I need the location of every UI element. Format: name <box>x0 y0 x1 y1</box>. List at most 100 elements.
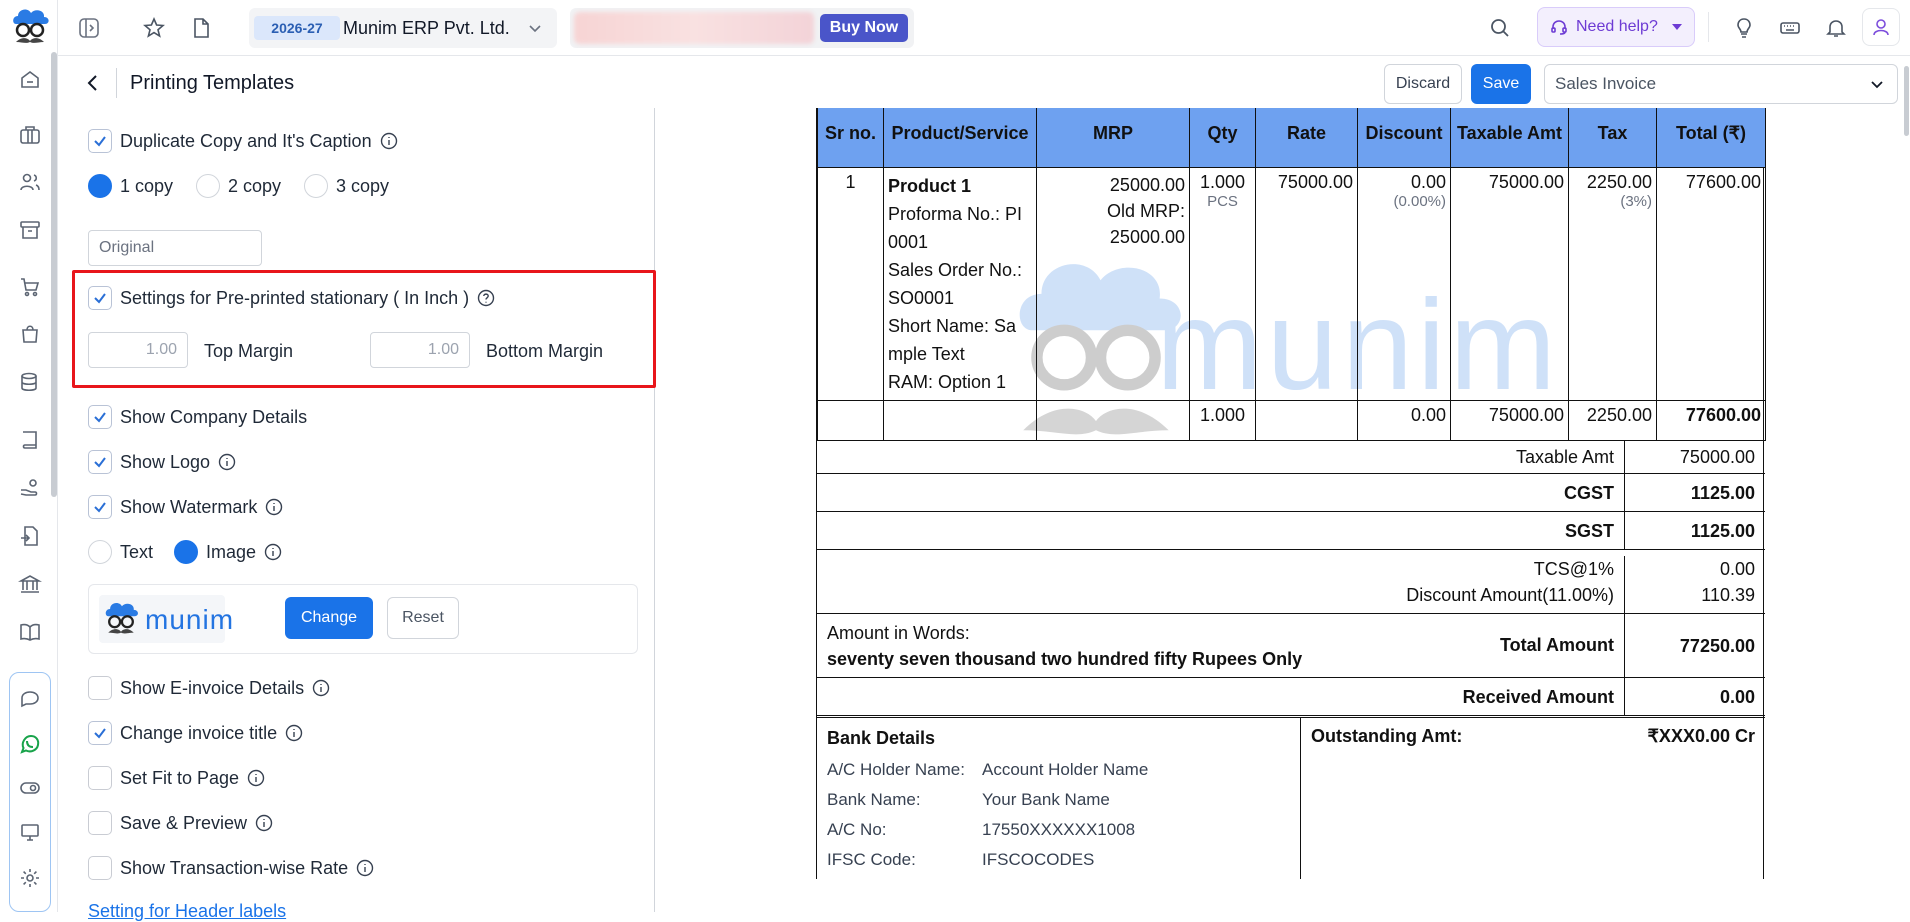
change-title-option[interactable]: Change invoice title <box>88 719 303 747</box>
cart-icon[interactable] <box>18 275 42 299</box>
caret-down-icon <box>1672 24 1682 32</box>
save-button[interactable]: Save <box>1471 64 1531 104</box>
watermark-text-radio[interactable] <box>88 540 112 564</box>
promo-banner: Buy Now <box>570 8 914 48</box>
copy-caption-input[interactable]: Original <box>88 230 262 266</box>
info-icon[interactable] <box>312 679 330 697</box>
show-watermark-checkbox[interactable] <box>88 495 112 519</box>
users-icon[interactable] <box>18 170 42 194</box>
info-icon[interactable] <box>265 498 283 516</box>
preprinted-checkbox[interactable] <box>88 286 112 310</box>
change-title-checkbox[interactable] <box>88 721 112 745</box>
discard-button[interactable]: Discard <box>1384 64 1462 104</box>
duplicate-copy-option[interactable]: Duplicate Copy and It's Caption <box>88 127 398 155</box>
watermark-image-radio[interactable] <box>174 540 198 564</box>
help-circle-icon[interactable] <box>477 289 495 307</box>
save-preview-checkbox[interactable] <box>88 811 112 835</box>
munim-logo[interactable] <box>8 4 52 50</box>
back-arrow-icon[interactable] <box>82 72 104 94</box>
company-selector[interactable]: 2026-27 Munim ERP Pvt. Ltd. <box>249 8 557 48</box>
buy-now-button[interactable]: Buy Now <box>820 14 908 42</box>
top-margin-input[interactable]: 1.00 <box>88 332 188 368</box>
bank-key: Bank Name: <box>827 790 921 809</box>
star-icon[interactable] <box>142 16 166 40</box>
notification-bell-icon[interactable] <box>1824 16 1848 40</box>
database-icon[interactable] <box>18 370 42 394</box>
fit-page-checkbox[interactable] <box>88 766 112 790</box>
user-profile-button[interactable] <box>1862 8 1900 46</box>
preview-scroll-thumb[interactable] <box>1904 66 1909 136</box>
info-icon[interactable] <box>285 724 303 742</box>
preprinted-option[interactable]: Settings for Pre-printed stationary ( In… <box>88 284 495 312</box>
fit-page-option[interactable]: Set Fit to Page <box>88 764 265 792</box>
bottom-margin-input[interactable]: 1.00 <box>370 332 470 368</box>
preview-scrollbar[interactable] <box>1904 60 1910 912</box>
open-book-icon[interactable] <box>18 620 42 644</box>
discount-pct: (0.00%) <box>1393 193 1446 210</box>
col-header-qty: Qty <box>1189 108 1256 168</box>
file-icon[interactable] <box>189 16 213 40</box>
info-icon[interactable] <box>356 859 374 877</box>
bank-icon[interactable] <box>18 572 42 596</box>
copy-3-radio[interactable] <box>304 174 328 198</box>
sidebar-toggle-icon[interactable] <box>77 16 101 40</box>
watermark-text-option[interactable]: Text <box>88 538 153 566</box>
document-return-icon[interactable] <box>18 524 42 548</box>
copy-count-1[interactable]: 1 copy <box>88 172 173 200</box>
template-type-select[interactable]: Sales Invoice <box>1544 64 1898 104</box>
home-icon[interactable] <box>18 68 42 92</box>
show-logo-option[interactable]: Show Logo <box>88 448 236 476</box>
cell-mrp: 25000.00 Old MRP: 25000.00 <box>1036 167 1190 401</box>
save-preview-option[interactable]: Save & Preview <box>88 809 273 837</box>
copy-count-2[interactable]: 2 copy <box>196 172 281 200</box>
show-einvoice-option[interactable]: Show E-invoice Details <box>88 674 330 702</box>
duplicate-copy-checkbox[interactable] <box>88 129 112 153</box>
search-icon[interactable] <box>1488 16 1512 40</box>
shopping-bag-icon[interactable] <box>18 322 42 346</box>
show-company-option[interactable]: Show Company Details <box>88 403 307 431</box>
copy-2-radio[interactable] <box>196 174 220 198</box>
show-watermark-option[interactable]: Show Watermark <box>88 493 283 521</box>
info-icon[interactable] <box>264 543 282 561</box>
info-icon[interactable] <box>255 814 273 832</box>
product-line: 0001 <box>888 232 929 252</box>
outstanding-label: Outstanding Amt: <box>1311 726 1463 746</box>
info-icon[interactable] <box>247 769 265 787</box>
whatsapp-icon[interactable] <box>18 732 42 756</box>
txn-rate-checkbox[interactable] <box>88 856 112 880</box>
copy-1-radio[interactable] <box>88 174 112 198</box>
briefcase-icon[interactable] <box>18 123 42 147</box>
change-image-button[interactable]: Change <box>285 597 373 639</box>
lightbulb-icon[interactable] <box>1732 16 1756 40</box>
show-company-checkbox[interactable] <box>88 405 112 429</box>
header-labels-link[interactable]: Setting for Header labels <box>88 900 286 922</box>
show-einvoice-checkbox[interactable] <box>88 676 112 700</box>
txn-rate-option[interactable]: Show Transaction-wise Rate <box>88 854 374 882</box>
hand-coins-icon[interactable] <box>18 476 42 500</box>
info-icon[interactable] <box>218 453 236 471</box>
amount-in-words: Amount in Words: seventy seven thousand … <box>827 620 1302 672</box>
archive-icon[interactable] <box>18 218 42 242</box>
book-icon[interactable] <box>18 428 42 452</box>
watermark-image-box: munim Change Reset <box>88 584 638 654</box>
cell-sr: 1 <box>817 167 884 401</box>
keyboard-icon[interactable] <box>1778 16 1802 40</box>
amount-words-label: Amount in Words: <box>827 622 970 643</box>
invoice-document: Sr no. Product/Service MRP Qty Rate Disc… <box>816 108 1766 879</box>
show-logo-checkbox[interactable] <box>88 450 112 474</box>
reset-image-button[interactable]: Reset <box>387 597 459 639</box>
watermark-image-option[interactable]: Image <box>174 538 282 566</box>
bank-row: Bank Name: Your Bank Name <box>827 785 1290 815</box>
chat-icon[interactable] <box>18 688 42 712</box>
copy-count-3[interactable]: 3 copy <box>304 172 389 200</box>
toggle-icon[interactable] <box>18 776 42 800</box>
product-line: Short Name: Sa <box>888 316 1017 336</box>
taxable-amt-label: Taxable Amt <box>817 441 1625 473</box>
monitor-icon[interactable] <box>18 820 42 844</box>
sidebar-scrollbar[interactable] <box>51 52 57 497</box>
need-help-button[interactable]: Need help? <box>1537 7 1695 47</box>
gear-icon[interactable] <box>18 866 42 890</box>
received-label: Received Amount <box>817 678 1625 715</box>
sidebar <box>0 0 58 912</box>
info-icon[interactable] <box>380 132 398 150</box>
